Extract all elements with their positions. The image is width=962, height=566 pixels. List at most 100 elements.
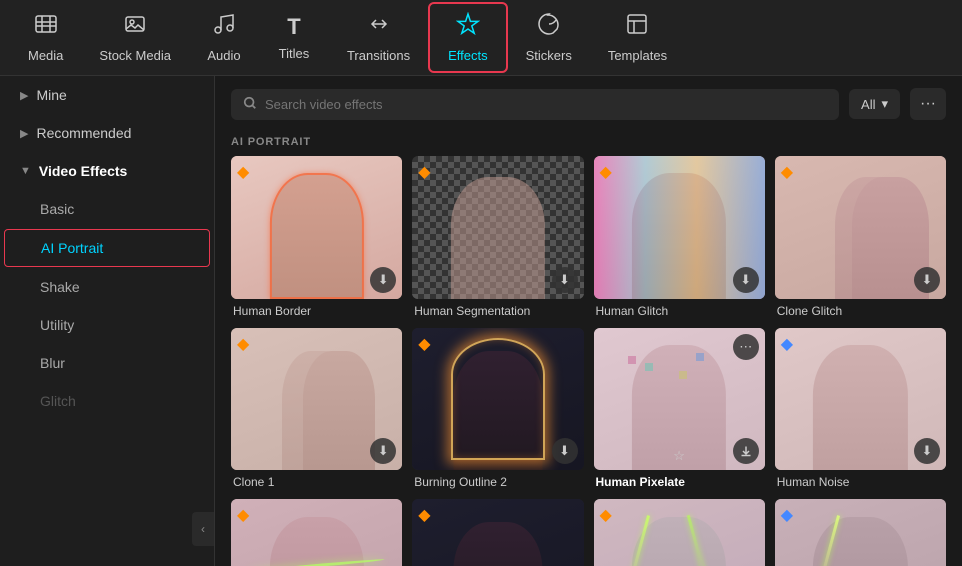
effect-name-human-glitch: Human Glitch: [594, 304, 765, 318]
stock-media-icon: [123, 12, 147, 42]
effect-thumb-neon-flow-4: ◆ ⬇: [231, 499, 402, 566]
nav-item-stickers[interactable]: Stickers: [508, 4, 590, 71]
effect-card-neon-ring-2[interactable]: ◆ ⬇ Neon Ring 2: [412, 499, 583, 566]
sidebar-item-recommended[interactable]: ▶ Recommended: [4, 115, 210, 151]
badge-human-segmentation: ◆: [418, 162, 430, 182]
sidebar-label-mine: Mine: [36, 87, 66, 103]
nav-item-templates[interactable]: Templates: [590, 4, 685, 71]
effect-name-human-border: Human Border: [231, 304, 402, 318]
filter-dropdown[interactable]: All ▾: [849, 89, 900, 119]
effect-thumb-human-segmentation: ◆ ⬇: [412, 156, 583, 299]
download-human-pixelate[interactable]: [733, 438, 759, 464]
collapse-icon: ‹: [201, 522, 205, 536]
effect-card-lightning-flash-2[interactable]: ◆ ⬇ Lightning Flash 2: [775, 499, 946, 566]
sidebar-item-shake[interactable]: Shake: [4, 269, 210, 305]
effect-thumb-clone-1: ◆ ⬇: [231, 328, 402, 471]
sidebar-collapse-button[interactable]: ‹: [192, 512, 214, 546]
extra-human-pixelate[interactable]: ⋯: [733, 334, 759, 360]
download-human-glitch[interactable]: ⬇: [733, 267, 759, 293]
sidebar-item-video-effects[interactable]: ▼ Video Effects: [4, 153, 210, 189]
download-human-segmentation[interactable]: ⬇: [552, 267, 578, 293]
filter-label: All: [861, 97, 875, 112]
top-navigation: Media Stock Media Audio T Titles: [0, 0, 962, 76]
download-human-border[interactable]: ⬇: [370, 267, 396, 293]
sidebar-item-blur[interactable]: Blur: [4, 345, 210, 381]
nav-item-titles[interactable]: T Titles: [259, 6, 329, 69]
badge-lightning-flash-1: ◆: [600, 505, 612, 525]
templates-icon: [625, 12, 649, 42]
sidebar-item-basic[interactable]: Basic: [4, 191, 210, 227]
content-area: All ▾ ··· AI PORTRAIT ◆ ⬇ Hu: [215, 76, 962, 566]
badge-lightning-flash-2: ◆: [781, 505, 793, 525]
media-icon: [34, 12, 58, 42]
effect-thumb-human-noise: ◆ ⬇: [775, 328, 946, 471]
more-icon: ···: [920, 95, 936, 112]
badge-neon-flow-4: ◆: [237, 505, 249, 525]
mine-arrow-icon: ▶: [20, 89, 28, 102]
effect-name-clone-1: Clone 1: [231, 475, 402, 489]
nav-item-effects[interactable]: Effects: [428, 2, 508, 73]
sidebar-item-ai-portrait[interactable]: AI Portrait: [4, 229, 210, 267]
effect-card-burning-outline-2[interactable]: ◆ ⬇ Burning Outline 2: [412, 328, 583, 490]
nav-label-templates: Templates: [608, 48, 667, 63]
sidebar-item-mine[interactable]: ▶ Mine: [4, 77, 210, 113]
effect-card-human-pixelate[interactable]: ⋯ ☆ Human Pixelate: [594, 328, 765, 490]
nav-label-stock-media: Stock Media: [99, 48, 171, 63]
sidebar-label-basic: Basic: [40, 201, 74, 217]
effects-grid: ◆ ⬇ Human Border ◆ ⬇ Human Segmentation: [215, 156, 962, 566]
search-input[interactable]: [265, 97, 827, 112]
search-input-wrap[interactable]: [231, 89, 839, 120]
sidebar-item-glitch: Glitch: [4, 383, 210, 419]
badge-clone-glitch: ◆: [781, 162, 793, 182]
effect-thumb-clone-glitch: ◆ ⬇: [775, 156, 946, 299]
effect-thumb-burning-outline-2: ◆ ⬇: [412, 328, 583, 471]
chevron-down-icon: ▾: [881, 96, 888, 112]
sidebar-item-utility[interactable]: Utility: [4, 307, 210, 343]
sidebar-label-utility: Utility: [40, 317, 74, 333]
nav-label-effects: Effects: [448, 48, 488, 63]
sidebar-label-video-effects: Video Effects: [39, 163, 127, 179]
download-clone-glitch[interactable]: ⬇: [914, 267, 940, 293]
effect-thumb-human-glitch: ◆ ⬇: [594, 156, 765, 299]
more-options-button[interactable]: ···: [910, 88, 946, 120]
effect-thumb-human-border: ◆ ⬇: [231, 156, 402, 299]
stickers-icon: [537, 12, 561, 42]
effect-thumb-human-pixelate: ⋯ ☆: [594, 328, 765, 471]
effect-card-clone-1[interactable]: ◆ ⬇ Clone 1: [231, 328, 402, 490]
main-layout: ▶ Mine ▶ Recommended ▼ Video Effects Bas…: [0, 76, 962, 566]
nav-label-media: Media: [28, 48, 63, 63]
effect-card-human-glitch[interactable]: ◆ ⬇ Human Glitch: [594, 156, 765, 318]
effect-card-lightning-flash-1[interactable]: ◆ ⬇ Lightning Flash 1: [594, 499, 765, 566]
effect-card-human-noise[interactable]: ◆ ⬇ Human Noise: [775, 328, 946, 490]
sidebar-label-recommended: Recommended: [36, 125, 131, 141]
effect-thumb-lightning-flash-2: ◆ ⬇: [775, 499, 946, 566]
badge-neon-ring-2: ◆: [418, 505, 430, 525]
sidebar-label-shake: Shake: [40, 279, 80, 295]
effect-card-human-border[interactable]: ◆ ⬇ Human Border: [231, 156, 402, 318]
effect-thumb-lightning-flash-1: ◆ ⬇: [594, 499, 765, 566]
section-label: AI PORTRAIT: [215, 132, 962, 156]
effect-card-clone-glitch[interactable]: ◆ ⬇ Clone Glitch: [775, 156, 946, 318]
audio-icon: [212, 12, 236, 42]
badge-clone-1: ◆: [237, 334, 249, 354]
effect-name-clone-glitch: Clone Glitch: [775, 304, 946, 318]
nav-item-media[interactable]: Media: [10, 4, 81, 71]
nav-item-stock-media[interactable]: Stock Media: [81, 4, 189, 71]
sidebar-label-glitch: Glitch: [40, 393, 76, 409]
recommended-arrow-icon: ▶: [20, 127, 28, 140]
effect-name-human-segmentation: Human Segmentation: [412, 304, 583, 318]
video-effects-arrow-icon: ▼: [20, 165, 31, 177]
nav-item-transitions[interactable]: Transitions: [329, 4, 428, 71]
nav-item-audio[interactable]: Audio: [189, 4, 259, 71]
nav-label-transitions: Transitions: [347, 48, 410, 63]
effect-thumb-neon-ring-2: ◆ ⬇: [412, 499, 583, 566]
effect-card-human-segmentation[interactable]: ◆ ⬇ Human Segmentation: [412, 156, 583, 318]
effect-name-human-noise: Human Noise: [775, 475, 946, 489]
effect-card-neon-flow-4[interactable]: ◆ ⬇ Neon Flow 4: [231, 499, 402, 566]
search-icon: [243, 96, 257, 113]
badge-human-noise: ◆: [781, 334, 793, 354]
search-bar: All ▾ ···: [215, 76, 962, 132]
download-burning-outline-2[interactable]: ⬇: [552, 438, 578, 464]
sidebar: ▶ Mine ▶ Recommended ▼ Video Effects Bas…: [0, 76, 215, 566]
badge-human-glitch: ◆: [600, 162, 612, 182]
